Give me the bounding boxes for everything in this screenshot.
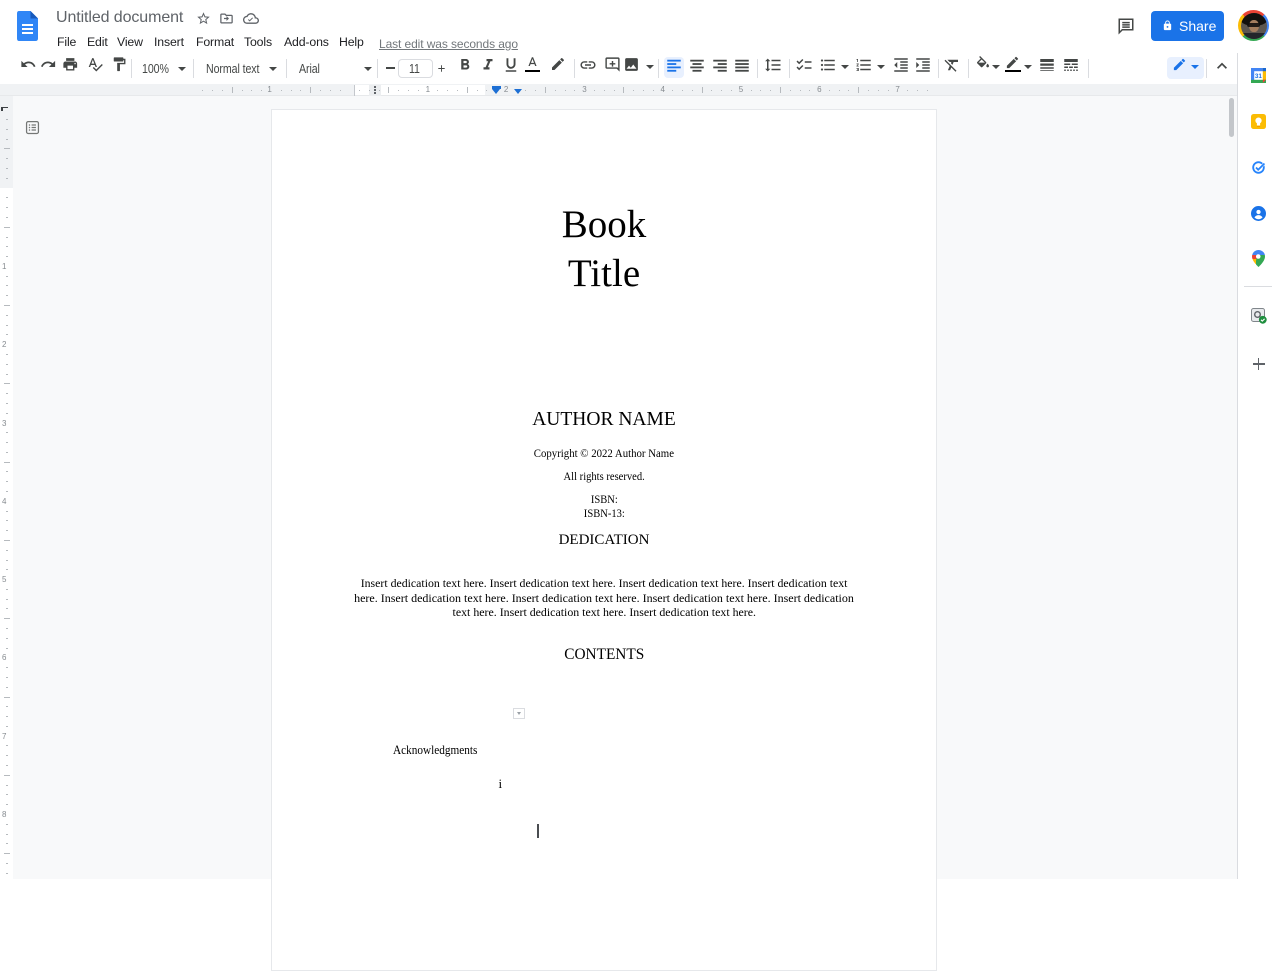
svg-text:31: 31 — [1255, 73, 1263, 80]
